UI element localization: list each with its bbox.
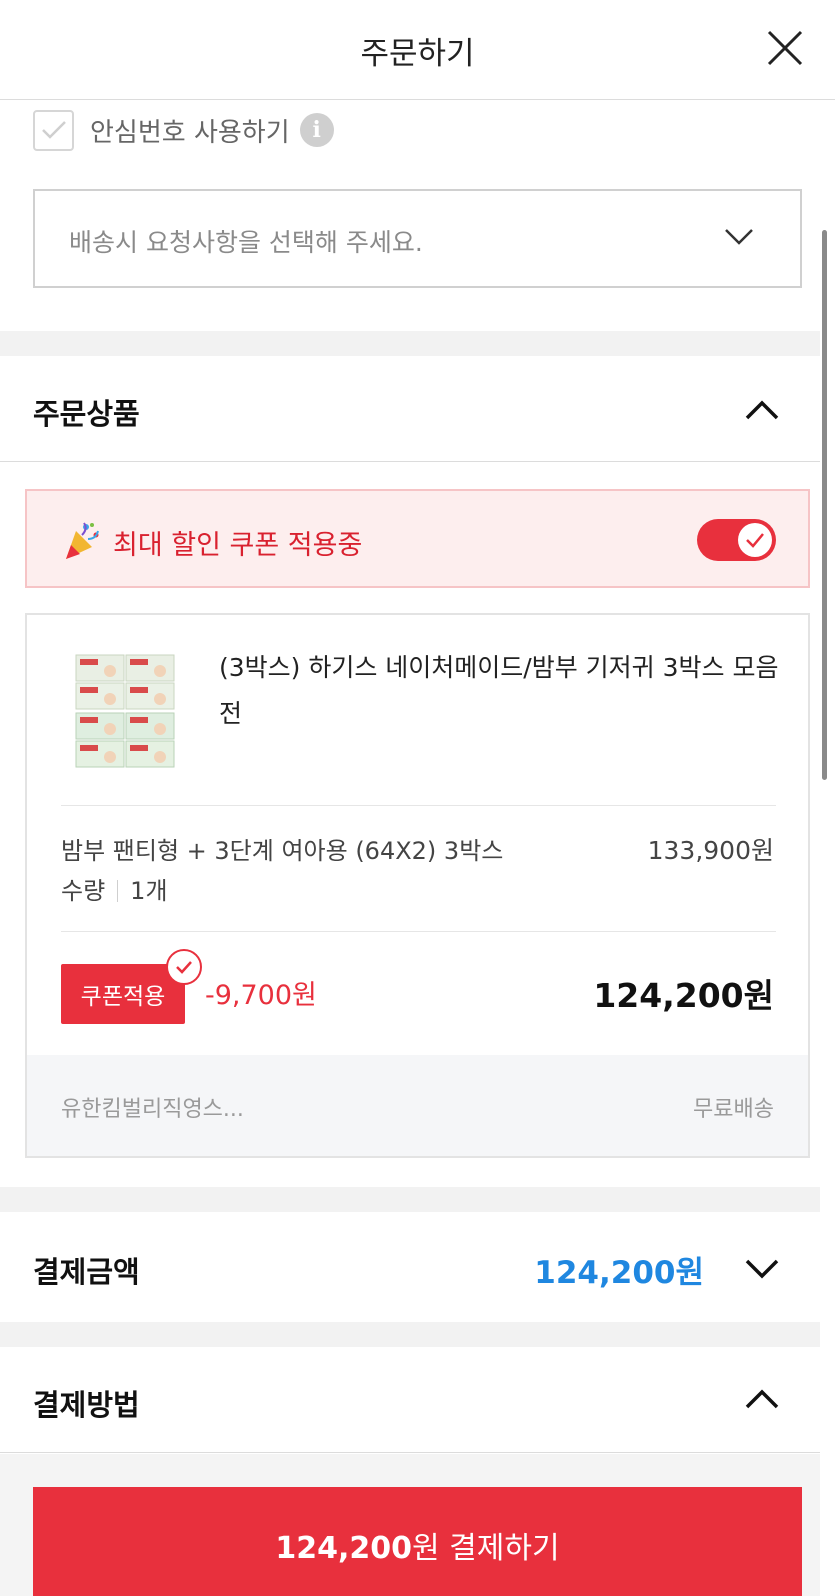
pay-button[interactable]: 124,200원 결제하기 (33, 1487, 802, 1596)
order-items-header[interactable]: 주문상품 (0, 356, 820, 462)
header-bar: 주문하기 (0, 0, 835, 100)
chevron-up-icon (745, 400, 779, 420)
coupon-banner: 최대 할인 쿠폰 적용중 (25, 489, 810, 588)
toggle-knob (738, 523, 772, 557)
product-image (75, 654, 175, 768)
product-card: (3박스) 하기스 네이처메이드/밤부 기저귀 3박스 모음전 밤부 팬티형 +… (25, 613, 810, 1158)
check-icon (176, 961, 192, 974)
delivery-request-select[interactable]: 배송시 요청사항을 선택해 주세요. (33, 189, 802, 288)
pay-button-suffix: 원 결제하기 (412, 1531, 560, 1566)
product-option: 밤부 팬티형 + 3단계 여아용 (64X2) 3박스 (61, 837, 504, 865)
divider (61, 931, 776, 932)
product-name[interactable]: (3박스) 하기스 네이처메이드/밤부 기저귀 3박스 모음전 (219, 645, 779, 737)
info-icon[interactable]: i (299, 113, 334, 147)
chevron-up-icon (745, 1389, 779, 1409)
payment-method-title: 결제방법 (33, 1388, 140, 1422)
chevron-down-icon (725, 229, 753, 245)
payment-amount-value: 124,200원 (534, 1255, 704, 1291)
safe-number-checkbox[interactable] (33, 109, 74, 151)
check-icon (41, 121, 66, 139)
safe-number-row: 안심번호 사용하기 i (33, 109, 334, 151)
coupon-toggle[interactable] (697, 519, 776, 561)
option-price: 133,900원 (647, 836, 774, 865)
party-popper-icon (66, 522, 99, 559)
order-items-title: 주문상품 (33, 397, 140, 431)
close-icon (767, 30, 803, 66)
seller-row: 유한킴벌리직영스... 무료배송 (27, 1055, 808, 1156)
payment-method-header[interactable]: 결제방법 (0, 1347, 820, 1453)
quantity-line: 수량 1개 (61, 871, 168, 911)
item-final-price: 124,200원 (593, 976, 774, 1015)
shipping-info: 무료배송 (693, 1097, 774, 1122)
payment-amount-row[interactable]: 결제금액 124,200원 (0, 1212, 820, 1322)
section-divider (0, 331, 820, 356)
coupon-banner-text: 최대 할인 쿠폰 적용중 (113, 530, 363, 561)
seller-name: 유한킴벌리직영스... (61, 1097, 244, 1122)
payment-amount-title: 결제금액 (33, 1255, 140, 1289)
coupon-check-icon (166, 949, 202, 985)
section-divider (0, 1322, 820, 1347)
quantity-label: 수량 (61, 877, 106, 905)
check-icon (746, 533, 764, 548)
chevron-down-icon (745, 1259, 779, 1279)
pay-button-label: 124,200원 결제하기 (33, 1523, 802, 1567)
pay-button-amount: 124,200 (275, 1531, 413, 1566)
safe-number-label: 안심번호 사용하기 (90, 117, 290, 148)
quantity-value: 1개 (130, 877, 168, 905)
close-button[interactable] (765, 28, 805, 68)
delivery-request-placeholder: 배송시 요청사항을 선택해 주세요. (69, 228, 423, 257)
quantity-separator (117, 880, 119, 902)
section-divider (0, 1187, 820, 1212)
discount-amount: -9,700원 (205, 980, 317, 1011)
scrollbar[interactable] (822, 230, 827, 780)
page-title: 주문하기 (360, 36, 475, 72)
divider (61, 805, 776, 806)
